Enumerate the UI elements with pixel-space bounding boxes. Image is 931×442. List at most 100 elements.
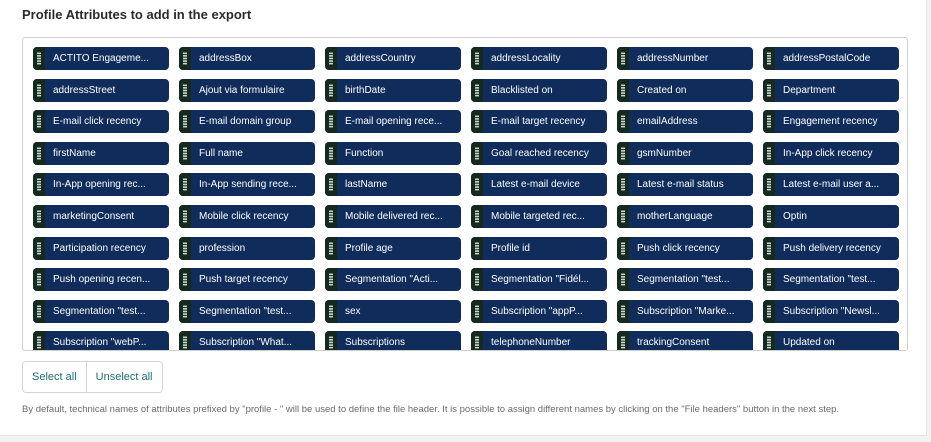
- attribute-chip[interactable]: Optin: [763, 204, 899, 228]
- drag-handle-icon[interactable]: [179, 173, 191, 197]
- drag-handle-icon[interactable]: [471, 173, 483, 197]
- drag-handle-icon[interactable]: [763, 78, 775, 102]
- attribute-chip[interactable]: trackingConsent: [617, 331, 753, 350]
- attribute-chip[interactable]: Subscription "webP...: [33, 331, 169, 350]
- attribute-chip[interactable]: Blacklisted on: [471, 78, 607, 102]
- attribute-chip[interactable]: Segmentation "test...: [179, 299, 315, 323]
- drag-handle-icon[interactable]: [179, 78, 191, 102]
- attribute-chip[interactable]: Segmentation "Acti...: [325, 268, 461, 292]
- attribute-chip[interactable]: Latest e-mail device: [471, 173, 607, 197]
- attribute-chip[interactable]: Mobile delivered rec...: [325, 204, 461, 228]
- drag-handle-icon[interactable]: [179, 204, 191, 228]
- drag-handle-icon[interactable]: [763, 331, 775, 350]
- unselect-all-button[interactable]: Unselect all: [85, 362, 162, 392]
- drag-handle-icon[interactable]: [617, 236, 629, 260]
- attributes-list-container[interactable]: ACTITO Engageme... addressBox addressCount…: [22, 37, 908, 351]
- attribute-chip[interactable]: Segmentation "test...: [617, 268, 753, 292]
- drag-handle-icon[interactable]: [471, 141, 483, 165]
- attribute-chip[interactable]: telephoneNumber: [471, 331, 607, 350]
- attribute-chip[interactable]: Push click recency: [617, 236, 753, 260]
- attribute-chip[interactable]: Latest e-mail user a...: [763, 173, 899, 197]
- drag-handle-icon[interactable]: [617, 78, 629, 102]
- attribute-chip[interactable]: Subscription "What...: [179, 331, 315, 350]
- drag-handle-icon[interactable]: [763, 204, 775, 228]
- attribute-chip[interactable]: Segmentation "Fidél...: [471, 268, 607, 292]
- drag-handle-icon[interactable]: [763, 141, 775, 165]
- attribute-chip[interactable]: Mobile click recency: [179, 204, 315, 228]
- attribute-chip[interactable]: Push opening recen...: [33, 268, 169, 292]
- drag-handle-icon[interactable]: [33, 110, 45, 134]
- drag-handle-icon[interactable]: [471, 236, 483, 260]
- select-all-button[interactable]: Select all: [23, 362, 86, 392]
- attribute-chip[interactable]: firstName: [33, 141, 169, 165]
- drag-handle-icon[interactable]: [471, 331, 483, 350]
- drag-handle-icon[interactable]: [179, 47, 191, 70]
- drag-handle-icon[interactable]: [763, 268, 775, 292]
- attribute-chip[interactable]: Mobile targeted rec...: [471, 204, 607, 228]
- drag-handle-icon[interactable]: [471, 78, 483, 102]
- drag-handle-icon[interactable]: [471, 47, 483, 70]
- drag-handle-icon[interactable]: [471, 110, 483, 134]
- attribute-chip[interactable]: E-mail domain group: [179, 110, 315, 134]
- drag-handle-icon[interactable]: [179, 268, 191, 292]
- drag-handle-icon[interactable]: [179, 299, 191, 323]
- attribute-chip[interactable]: Profile id: [471, 236, 607, 260]
- drag-handle-icon[interactable]: [617, 141, 629, 165]
- attribute-chip[interactable]: emailAddress: [617, 110, 753, 134]
- drag-handle-icon[interactable]: [325, 236, 337, 260]
- drag-handle-icon[interactable]: [617, 173, 629, 197]
- attribute-chip[interactable]: addressPostalCode: [763, 47, 899, 70]
- drag-handle-icon[interactable]: [33, 331, 45, 350]
- drag-handle-icon[interactable]: [471, 268, 483, 292]
- attribute-chip[interactable]: Goal reached recency: [471, 141, 607, 165]
- drag-handle-icon[interactable]: [763, 236, 775, 260]
- attribute-chip[interactable]: sex: [325, 299, 461, 323]
- attribute-chip[interactable]: E-mail click recency: [33, 110, 169, 134]
- attribute-chip[interactable]: Department: [763, 78, 899, 102]
- attribute-chip[interactable]: Subscription "appP...: [471, 299, 607, 323]
- attribute-chip[interactable]: addressBox: [179, 47, 315, 70]
- attribute-chip[interactable]: addressStreet: [33, 78, 169, 102]
- attribute-chip[interactable]: Segmentation "test...: [33, 299, 169, 323]
- drag-handle-icon[interactable]: [179, 236, 191, 260]
- drag-handle-icon[interactable]: [33, 236, 45, 260]
- drag-handle-icon[interactable]: [325, 78, 337, 102]
- drag-handle-icon[interactable]: [617, 110, 629, 134]
- drag-handle-icon[interactable]: [325, 299, 337, 323]
- attribute-chip[interactable]: Subscriptions: [325, 331, 461, 350]
- drag-handle-icon[interactable]: [325, 173, 337, 197]
- attribute-chip[interactable]: gsmNumber: [617, 141, 753, 165]
- attribute-chip[interactable]: ACTITO Engageme...: [33, 47, 169, 70]
- attribute-chip[interactable]: Created on: [617, 78, 753, 102]
- attribute-chip[interactable]: E-mail target recency: [471, 110, 607, 134]
- attribute-chip[interactable]: Subscription "Marke...: [617, 299, 753, 323]
- drag-handle-icon[interactable]: [33, 173, 45, 197]
- attribute-chip[interactable]: Push delivery recency: [763, 236, 899, 260]
- attribute-chip[interactable]: addressCountry: [325, 47, 461, 70]
- drag-handle-icon[interactable]: [325, 110, 337, 134]
- drag-handle-icon[interactable]: [179, 110, 191, 134]
- drag-handle-icon[interactable]: [325, 268, 337, 292]
- drag-handle-icon[interactable]: [325, 204, 337, 228]
- attribute-chip[interactable]: Ajout via formulaire: [179, 78, 315, 102]
- drag-handle-icon[interactable]: [617, 331, 629, 350]
- attribute-chip[interactable]: Participation recency: [33, 236, 169, 260]
- drag-handle-icon[interactable]: [763, 47, 775, 70]
- attribute-chip[interactable]: Push target recency: [179, 268, 315, 292]
- drag-handle-icon[interactable]: [763, 110, 775, 134]
- attribute-chip[interactable]: In-App click recency: [763, 141, 899, 165]
- attribute-chip[interactable]: birthDate: [325, 78, 461, 102]
- attribute-chip[interactable]: Engagement recency: [763, 110, 899, 134]
- drag-handle-icon[interactable]: [325, 141, 337, 165]
- attribute-chip[interactable]: addressNumber: [617, 47, 753, 70]
- drag-handle-icon[interactable]: [617, 299, 629, 323]
- drag-handle-icon[interactable]: [325, 47, 337, 70]
- attribute-chip[interactable]: Profile age: [325, 236, 461, 260]
- drag-handle-icon[interactable]: [179, 331, 191, 350]
- attribute-chip[interactable]: Updated on: [763, 331, 899, 350]
- drag-handle-icon[interactable]: [33, 141, 45, 165]
- attribute-chip[interactable]: Full name: [179, 141, 315, 165]
- drag-handle-icon[interactable]: [33, 47, 45, 70]
- drag-handle-icon[interactable]: [763, 299, 775, 323]
- attribute-chip[interactable]: motherLanguage: [617, 204, 753, 228]
